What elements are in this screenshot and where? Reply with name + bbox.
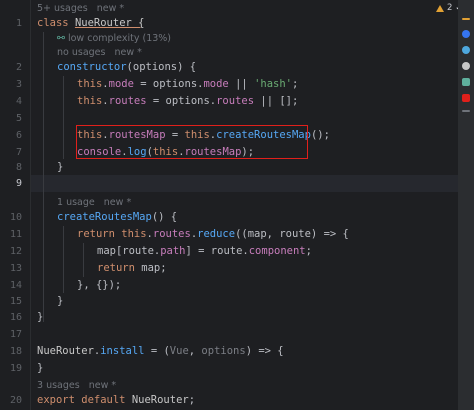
- line-number: 12: [9, 246, 22, 257]
- opera-icon[interactable]: [462, 94, 470, 102]
- code-line: map[route.path] = route.component;: [97, 245, 312, 257]
- indent-guide: [63, 226, 64, 293]
- line-number: 6: [15, 130, 22, 141]
- indent-guide: [83, 243, 84, 277]
- code-line: }: [57, 161, 64, 173]
- line-number: 11: [9, 229, 22, 240]
- scroll-marker[interactable]: [462, 110, 470, 112]
- line-number: 8: [15, 162, 22, 173]
- line-number: 3: [15, 79, 22, 90]
- code-line: this.routes = options.routes || [];: [77, 95, 299, 107]
- line-number: 5: [15, 113, 22, 124]
- github-icon[interactable]: [462, 62, 470, 70]
- line-number: 13: [9, 263, 22, 274]
- complexity-icon: ⚯: [57, 33, 68, 44]
- class-name: NueRouter {: [74, 17, 145, 29]
- chrome-icon[interactable]: [462, 46, 470, 54]
- code-line: createRoutesMap() {: [57, 211, 178, 223]
- line-number-gutter[interactable]: 1 2 3 4 5 6 7 8 9 10 11 12 13 14 15 16 1…: [0, 0, 30, 410]
- line-number: 20: [9, 395, 22, 406]
- scroll-marker-warning[interactable]: [462, 18, 470, 20]
- keyword-class: class: [37, 17, 75, 29]
- line-number: 17: [9, 329, 22, 340]
- code-line: return map;: [97, 262, 167, 274]
- line-number: 14: [9, 280, 22, 291]
- line-number: 1: [15, 18, 22, 29]
- line-number-current: 9: [15, 178, 22, 189]
- browser-icon[interactable]: [462, 30, 470, 38]
- code-text: (options) {: [126, 61, 197, 73]
- code-area[interactable]: 5+ usages new * class NueRouter { ⚯ low …: [31, 0, 474, 410]
- warning-count: 2: [447, 3, 453, 13]
- line-number: 16: [9, 312, 22, 323]
- red-highlight-box: [76, 125, 308, 159]
- code-line: this.mode = options.mode || 'hash';: [77, 78, 299, 90]
- line-number: 4: [15, 96, 22, 107]
- code-line: }: [37, 362, 44, 374]
- code-line: export default NueRouter;: [37, 394, 196, 406]
- line-number: 15: [9, 296, 22, 307]
- vue-devtools-icon[interactable]: [462, 78, 470, 86]
- line-number: 19: [9, 363, 22, 374]
- line-number: 18: [9, 346, 22, 357]
- code-line: return this.routes.reduce((map, route) =…: [77, 228, 349, 240]
- code-line: NueRouter.install = (Vue, options) => {: [37, 345, 284, 357]
- warning-icon: [436, 4, 444, 12]
- right-tool-strip: [458, 0, 474, 410]
- code-line: }: [57, 295, 64, 307]
- indent-guide: [63, 76, 64, 159]
- line-number: 10: [9, 212, 22, 223]
- code-editor[interactable]: 1 2 3 4 5 6 7 8 9 10 11 12 13 14 15 16 1…: [0, 0, 474, 410]
- line-number: 2: [15, 62, 22, 73]
- complexity-text: low complexity (13%): [67, 33, 172, 44]
- indent-guide: [43, 32, 44, 322]
- constructor-keyword: constructor: [57, 61, 127, 73]
- code-line: }: [37, 311, 44, 323]
- code-line: constructor(options) {: [57, 59, 196, 76]
- code-line: }, {});: [77, 279, 122, 291]
